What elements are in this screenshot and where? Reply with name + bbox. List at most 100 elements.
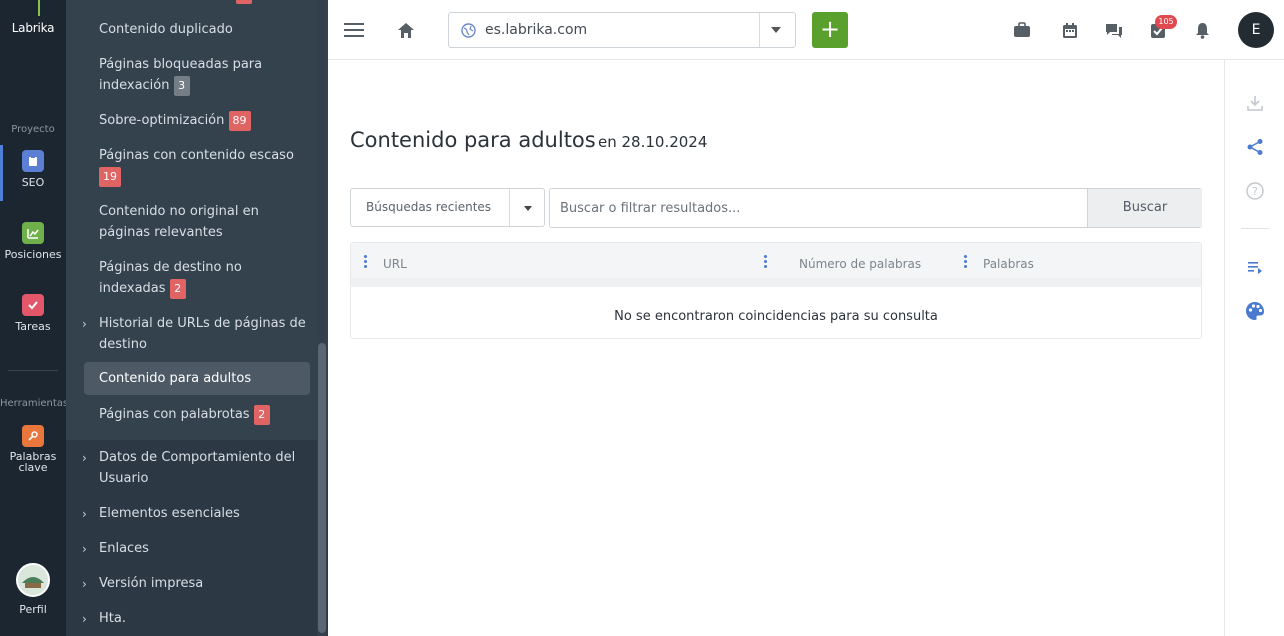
rail-item-tasks[interactable]: Tareas [0,294,66,333]
sidebar-item-links[interactable]: Enlaces [99,538,311,559]
chevron-right-icon[interactable]: › [82,542,87,556]
sidebar-item-print-version[interactable]: Versión impresa [99,573,311,594]
rail-item-label: Tareas [15,320,51,333]
chevron-right-icon[interactable]: › [82,507,87,521]
share-icon[interactable] [1244,136,1266,158]
sidebar-item-non-indexed-landing[interactable]: Páginas de destino no indexadas 2 [99,257,311,299]
sidebar-item-label: Sobre-optimización [99,113,225,128]
report-date: en 28.10.2024 [598,133,708,151]
palette-icon[interactable] [1244,300,1266,322]
chat-icon[interactable] [1102,18,1126,42]
globe-icon [461,23,476,42]
app-rail: Labrika Proyecto SEO Posiciones Tareas H… [0,0,69,636]
sidebar-item-profanity-pages[interactable]: Páginas con palabrotas 2 [99,404,311,425]
recent-searches-select[interactable]: Búsquedas recientes [350,188,545,227]
recent-searches-label: Búsquedas recientes [366,200,492,214]
chevron-right-icon[interactable]: › [82,612,87,626]
app-logo[interactable]: Labrika [0,21,66,35]
keywords-icon [22,425,44,447]
sidebar-item-label: Hta. [99,611,126,626]
rail-divider [8,370,58,371]
bell-icon[interactable] [1190,18,1214,42]
help-icon[interactable]: ? [1244,180,1266,202]
count-badge: 2 [253,404,270,425]
column-menu-icon[interactable] [364,255,368,271]
sidebar-item-label: Contenido duplicado [99,22,233,37]
tools-section-label: Herramientas [0,398,69,409]
column-header-url[interactable]: URL [383,257,407,271]
download-icon[interactable] [1244,92,1266,114]
sidebar-item-label: Contenido para adultos [99,371,252,386]
count-badge: 19 [99,166,121,187]
count-badge: 89 [228,110,251,131]
sidebar-item-hta[interactable]: Hta. [99,608,311,629]
rail-item-seo[interactable]: SEO [0,150,66,189]
select-divider [509,189,510,226]
project-section-label: Proyecto [11,124,55,135]
column-menu-icon[interactable] [964,255,968,271]
column-header-words[interactable]: Palabras [983,257,1034,271]
top-bar: es.labrika.com + 105 E [328,0,1284,60]
playlist-icon[interactable] [1244,256,1266,278]
sidebar-item-label: Páginas con contenido escaso [99,148,294,163]
sidebar-item-thin-content[interactable]: Páginas con contenido escaso 19 [99,145,311,187]
sidebar-item-over-optimization[interactable]: Sobre-optimización 89 [99,110,311,131]
search-button[interactable]: Buscar [1087,189,1202,227]
sidebar-item-label: Páginas con palabrotas [99,407,250,422]
sidebar-item-essentials[interactable]: Elementos esenciales [99,503,311,524]
logo-accent [38,0,40,16]
domain-select[interactable]: es.labrika.com [448,12,796,48]
tasks-icon [22,294,44,316]
notification-count-badge: 105 [1155,15,1177,29]
rail-item-profile[interactable]: Perfil [0,563,66,616]
sidebar-item-user-behavior[interactable]: Datos de Comportamiento del Usuario [99,447,311,489]
right-action-rail: ? [1224,60,1284,636]
clipped-badge [236,0,252,4]
rail-item-label: SEO [21,176,45,189]
sidebar-item-label: Historial de URLs de páginas de destino [99,316,306,352]
sidebar-item-adult-content[interactable]: Contenido para adultos [84,362,310,395]
user-avatar[interactable]: E [1238,12,1274,48]
rail-divider [1241,228,1269,229]
sidebar-item-label: Enlaces [99,541,149,556]
home-icon[interactable] [394,18,418,42]
column-header-word-count[interactable]: Número de palabras [799,257,921,271]
rail-item-label: Perfil [19,603,47,616]
count-badge: 3 [173,75,190,96]
section-sidebar: Contenido duplicado Páginas bloqueadas p… [66,0,328,636]
sidebar-item-landing-url-history[interactable]: Historial de URLs de páginas de destino [99,313,311,355]
menu-icon[interactable] [342,18,366,42]
sidebar-item-label: Datos de Comportamiento del Usuario [99,450,296,486]
results-table: URL Número de palabras Palabras No se en… [350,242,1202,339]
search-input[interactable] [550,189,1087,227]
sidebar-scrollbar[interactable] [318,343,326,633]
sidebar-item-non-original-content[interactable]: Contenido no original en páginas relevan… [99,201,311,243]
sidebar-item-label: Elementos esenciales [99,506,240,521]
chevron-right-icon[interactable]: › [82,451,87,465]
select-divider [759,13,760,47]
chevron-right-icon[interactable]: › [82,577,87,591]
sidebar-item-label: Contenido no original en páginas relevan… [99,204,259,240]
sidebar-item-blocked-pages[interactable]: Páginas bloqueadas para indexación 3 [99,54,311,96]
sidebar-item-duplicate-content[interactable]: Contenido duplicado [99,19,311,40]
rail-item-label: Palabras clave [9,450,57,474]
domain-value: es.labrika.com [485,22,588,38]
calendar-icon[interactable] [1058,18,1082,42]
rail-item-positions[interactable]: Posiciones [0,222,66,261]
count-badge: 2 [169,278,186,299]
sidebar-item-label: Versión impresa [99,576,204,591]
column-menu-icon[interactable] [764,255,768,271]
empty-results-message: No se encontraron coincidencias para su … [614,309,938,324]
svg-text:?: ? [1252,185,1258,198]
chevron-right-icon[interactable]: › [82,317,87,331]
seo-icon [22,150,44,172]
rail-item-label: Posiciones [4,248,62,261]
chevron-down-icon[interactable] [524,206,532,211]
page-title: Contenido para adultos [350,128,596,152]
rail-item-keywords[interactable]: Palabras clave [0,425,66,473]
chevron-down-icon[interactable] [771,27,781,33]
briefcase-icon[interactable] [1010,18,1034,42]
positions-icon [22,222,44,244]
search-bar: Buscar [549,188,1202,228]
add-button[interactable]: + [812,12,848,48]
